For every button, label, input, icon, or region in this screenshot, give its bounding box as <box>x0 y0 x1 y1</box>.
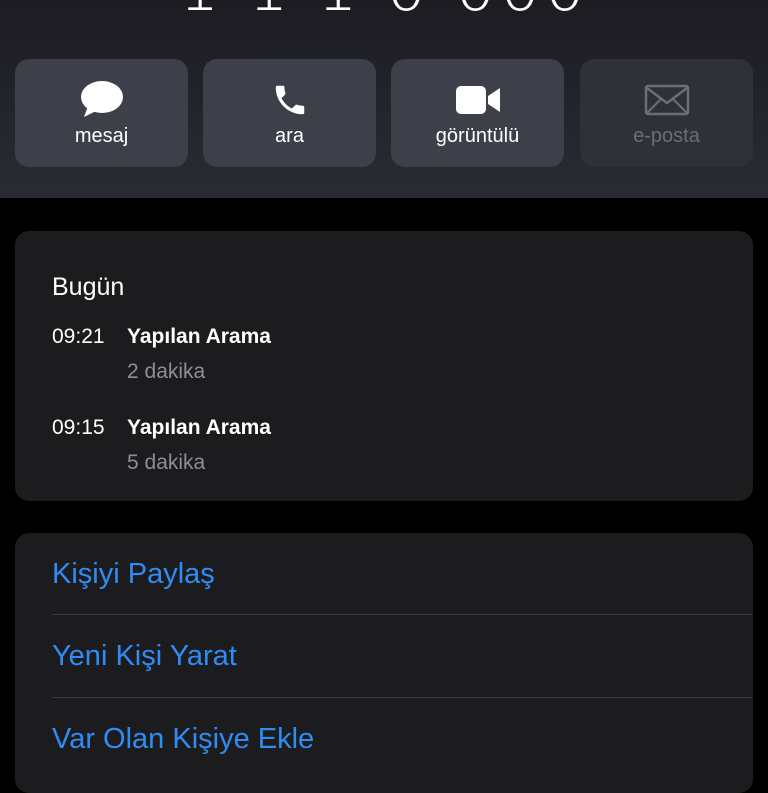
call-history-row: 09:15 Yapılan Arama 5 dakika <box>52 416 732 486</box>
call-type: Yapılan Arama <box>127 325 271 348</box>
message-bubble-icon <box>15 81 188 119</box>
call-button[interactable]: ara <box>203 59 376 167</box>
envelope-icon <box>580 81 753 119</box>
message-button[interactable]: mesaj <box>15 59 188 167</box>
contact-actions-menu: Kişiyi Paylaş Yeni Kişi Yarat Var Olan K… <box>15 533 753 793</box>
email-button-label: e-posta <box>633 125 700 147</box>
call-button-label: ara <box>275 125 304 147</box>
share-contact-item[interactable]: Kişiyi Paylaş <box>52 533 753 615</box>
call-duration: 2 dakika <box>127 360 206 383</box>
call-time: 09:15 <box>52 416 105 439</box>
call-duration: 5 dakika <box>127 451 206 474</box>
history-section-title: Bugün <box>52 273 125 301</box>
call-time: 09:21 <box>52 325 105 348</box>
email-button[interactable]: e-posta <box>580 59 753 167</box>
phone-number-title: 1 1 1 0 000 <box>0 0 768 26</box>
call-type: Yapılan Arama <box>127 416 271 439</box>
phone-icon <box>203 81 376 119</box>
video-button-label: görüntülü <box>435 125 520 147</box>
contact-header: 1 1 1 0 000 mesaj ara <box>0 0 768 198</box>
video-button[interactable]: görüntülü <box>391 59 564 167</box>
create-new-contact-item[interactable]: Yeni Kişi Yarat <box>52 615 753 697</box>
message-button-label: mesaj <box>74 125 129 147</box>
call-history-row: 09:21 Yapılan Arama 2 dakika <box>52 325 732 395</box>
video-camera-icon <box>391 81 564 119</box>
quick-actions: mesaj ara görüntülü e-posta <box>15 59 753 167</box>
call-history-card: Bugün 09:21 Yapılan Arama 2 dakika 09:15… <box>15 231 753 501</box>
